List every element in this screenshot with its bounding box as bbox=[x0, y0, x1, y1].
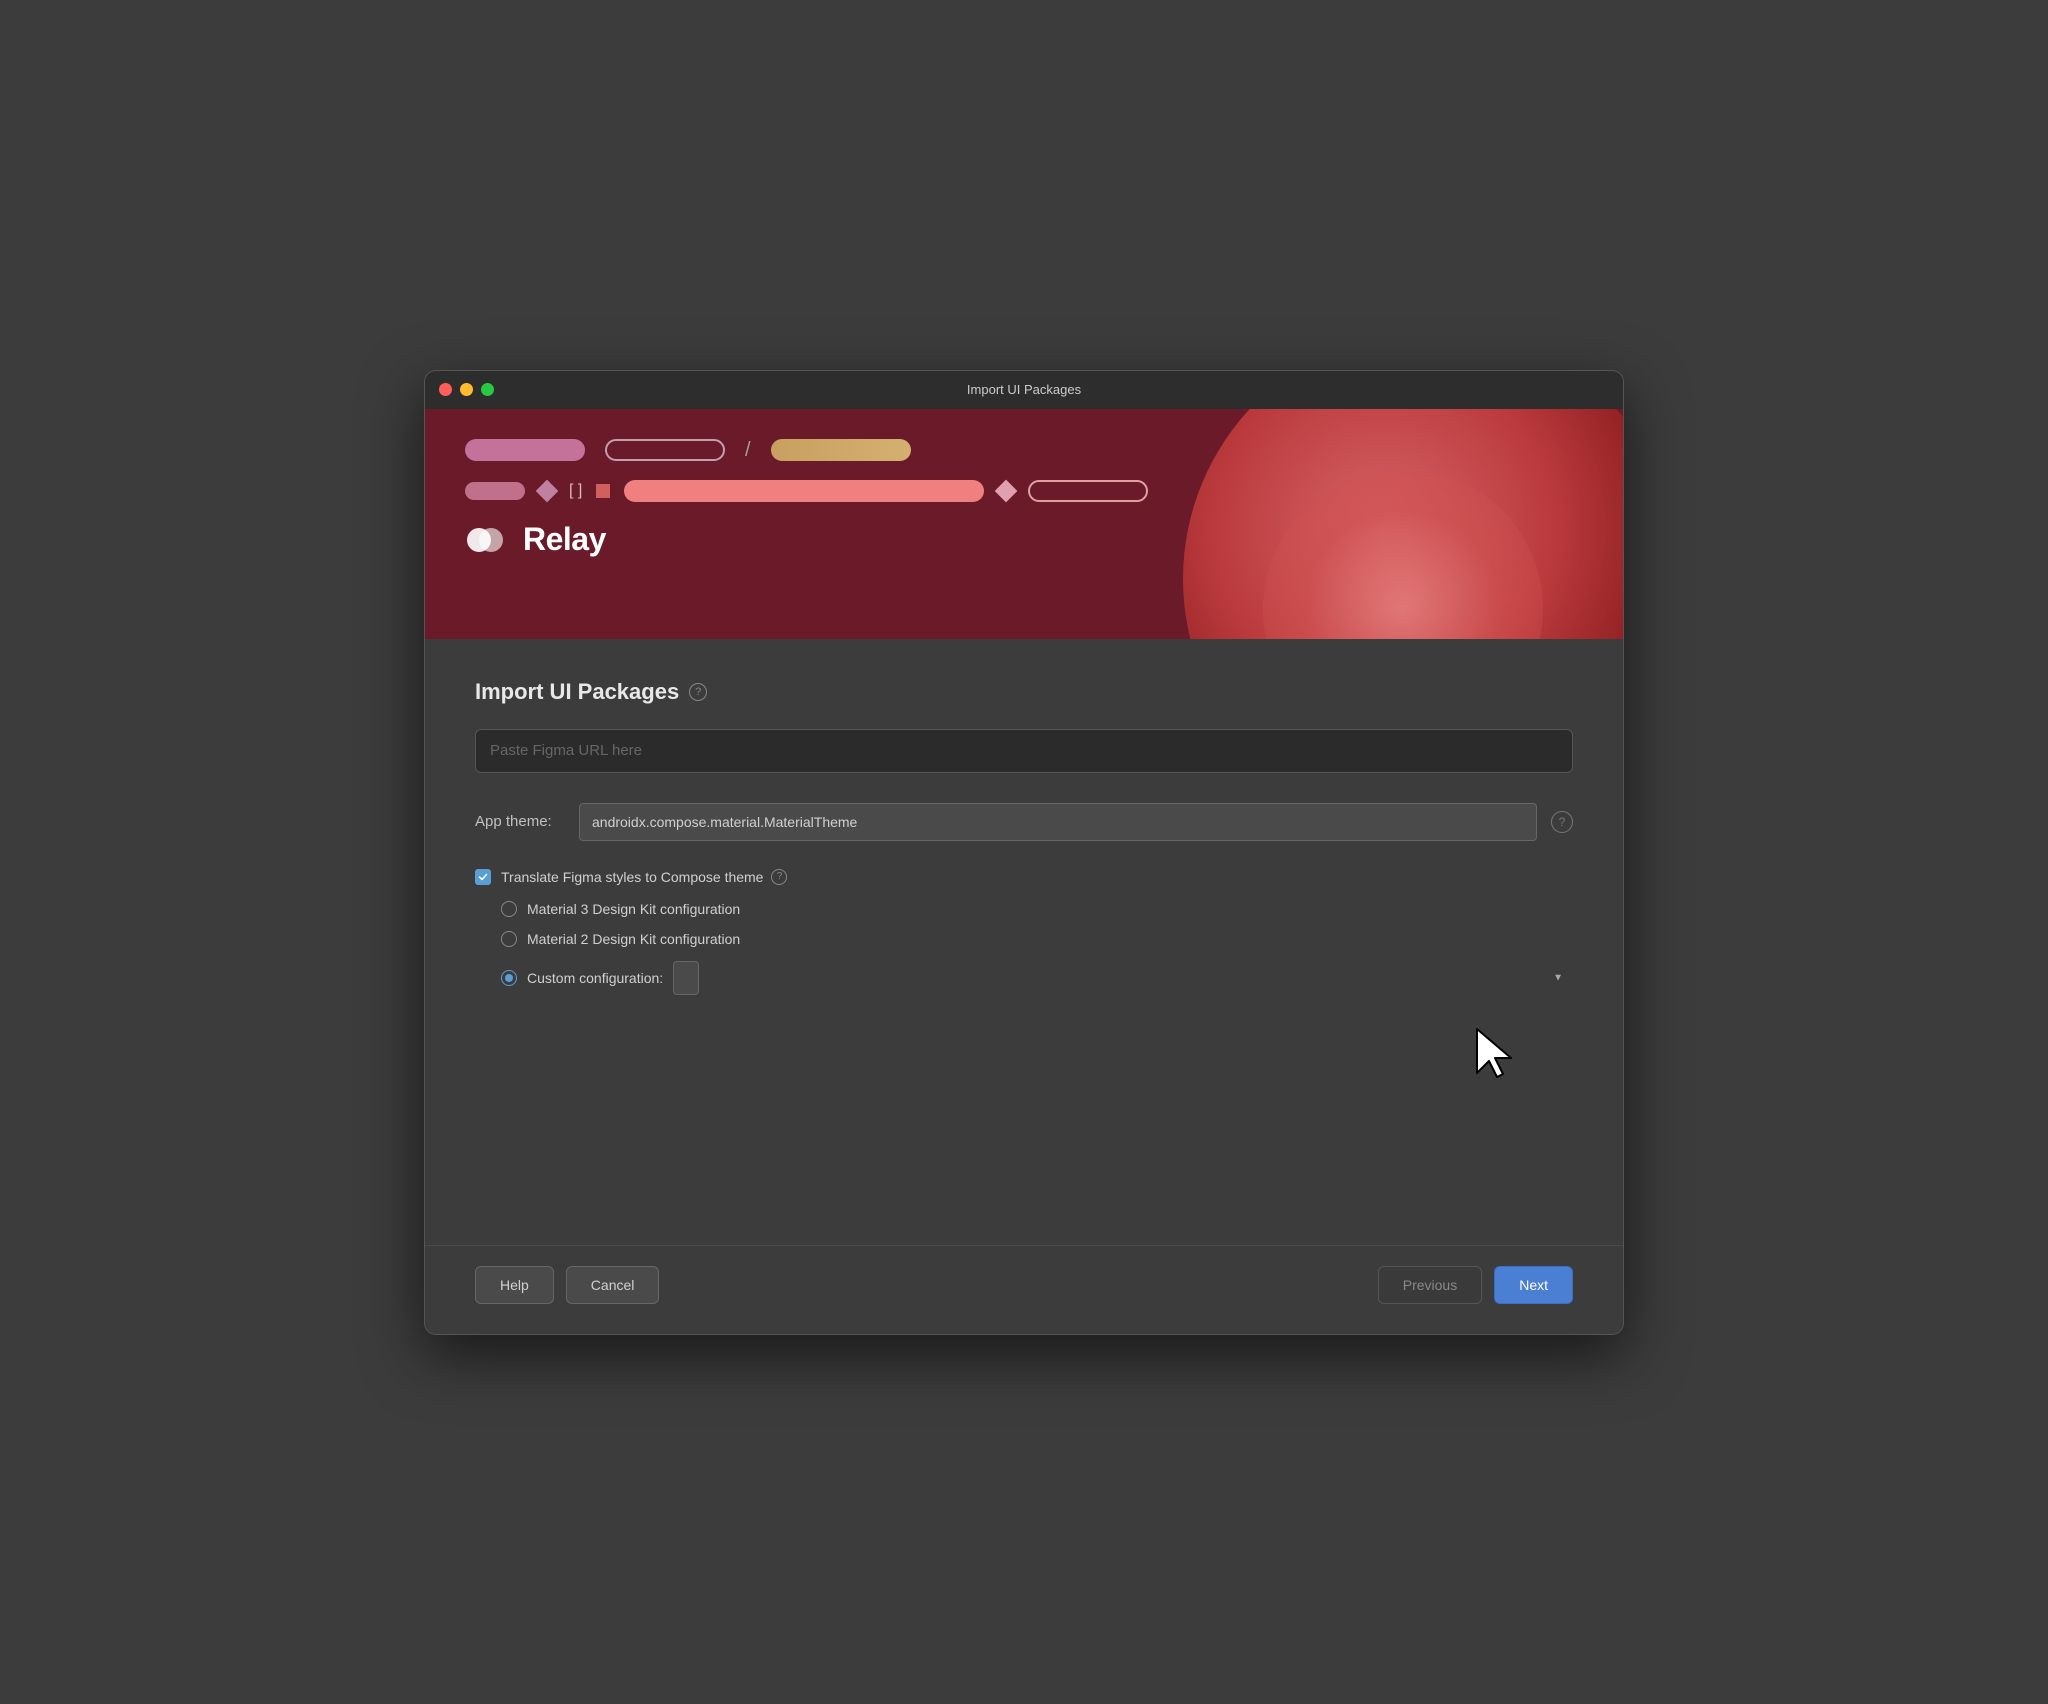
maximize-button[interactable] bbox=[481, 383, 494, 396]
window-title: Import UI Packages bbox=[967, 382, 1081, 397]
app-theme-label: App theme: bbox=[475, 813, 565, 830]
footer-left: Help Cancel bbox=[475, 1266, 659, 1304]
hero-banner: / [ ] Relay bbox=[425, 409, 1623, 639]
hero-pill-1 bbox=[465, 439, 585, 461]
custom-config-dropdown[interactable] bbox=[673, 961, 699, 995]
material2-radio-row: Material 2 Design Kit configuration bbox=[501, 931, 1573, 947]
custom-config-dropdown-wrapper: ▼ bbox=[673, 961, 1573, 995]
main-window: Import UI Packages / [ ] bbox=[424, 370, 1624, 1335]
app-theme-input[interactable] bbox=[579, 803, 1537, 841]
section-title-row: Import UI Packages ? bbox=[475, 679, 1573, 705]
next-button[interactable]: Next bbox=[1494, 1266, 1573, 1304]
hero-pill-salmon bbox=[624, 480, 984, 502]
custom-config-label: Custom configuration: bbox=[527, 970, 663, 986]
main-content: Import UI Packages ? App theme: ? bbox=[425, 639, 1623, 1165]
options-section: Translate Figma styles to Compose theme … bbox=[475, 869, 1573, 995]
section-title: Import UI Packages bbox=[475, 679, 679, 705]
hero-diamond-2 bbox=[995, 479, 1018, 502]
app-theme-row: App theme: ? bbox=[475, 803, 1573, 841]
relay-logo-icon bbox=[465, 518, 509, 562]
hero-pill-outline-salmon bbox=[1028, 480, 1148, 502]
material2-radio[interactable] bbox=[501, 931, 517, 947]
radio-options: Material 3 Design Kit configuration Mate… bbox=[501, 901, 1573, 995]
previous-button[interactable]: Previous bbox=[1378, 1266, 1482, 1304]
close-button[interactable] bbox=[439, 383, 452, 396]
cursor-icon bbox=[1473, 1025, 1523, 1085]
minimize-button[interactable] bbox=[460, 383, 473, 396]
footer: Help Cancel Previous Next bbox=[425, 1245, 1623, 1334]
hero-diamond-1 bbox=[536, 479, 559, 502]
figma-url-input[interactable] bbox=[475, 729, 1573, 773]
custom-config-radio[interactable] bbox=[501, 970, 517, 986]
hero-pill-small-1 bbox=[465, 482, 525, 500]
hero-bracket: [ ] bbox=[569, 482, 582, 500]
translate-checkbox-label: Translate Figma styles to Compose theme … bbox=[501, 869, 787, 885]
translate-checkbox-row: Translate Figma styles to Compose theme … bbox=[475, 869, 1573, 885]
hero-square bbox=[596, 484, 610, 498]
help-button[interactable]: Help bbox=[475, 1266, 554, 1304]
hero-pill-2 bbox=[605, 439, 725, 461]
hero-row2: [ ] bbox=[465, 480, 1583, 502]
dropdown-arrow-icon: ▼ bbox=[1553, 972, 1563, 983]
hero-slash: / bbox=[745, 439, 751, 462]
material3-radio-row: Material 3 Design Kit configuration bbox=[501, 901, 1573, 917]
custom-config-row: Custom configuration: ▼ bbox=[501, 961, 1573, 995]
material3-radio[interactable] bbox=[501, 901, 517, 917]
hero-decorators: / [ ] bbox=[465, 439, 1583, 502]
hero-pill-3 bbox=[771, 439, 911, 461]
relay-logo-text: Relay bbox=[523, 521, 606, 558]
app-theme-help-button[interactable]: ? bbox=[1551, 811, 1573, 833]
footer-right: Previous Next bbox=[1378, 1266, 1573, 1304]
cursor-area bbox=[475, 1015, 1573, 1135]
section-help-button[interactable]: ? bbox=[689, 683, 707, 701]
translate-help-button[interactable]: ? bbox=[771, 869, 787, 885]
material3-radio-label: Material 3 Design Kit configuration bbox=[527, 901, 740, 917]
translate-checkbox[interactable] bbox=[475, 869, 491, 885]
relay-logo: Relay bbox=[465, 518, 1583, 562]
hero-row1: / bbox=[465, 439, 1583, 462]
cancel-button[interactable]: Cancel bbox=[566, 1266, 660, 1304]
title-bar: Import UI Packages bbox=[425, 371, 1623, 409]
traffic-lights bbox=[439, 383, 494, 396]
material2-radio-label: Material 2 Design Kit configuration bbox=[527, 931, 740, 947]
url-input-container bbox=[475, 729, 1573, 773]
